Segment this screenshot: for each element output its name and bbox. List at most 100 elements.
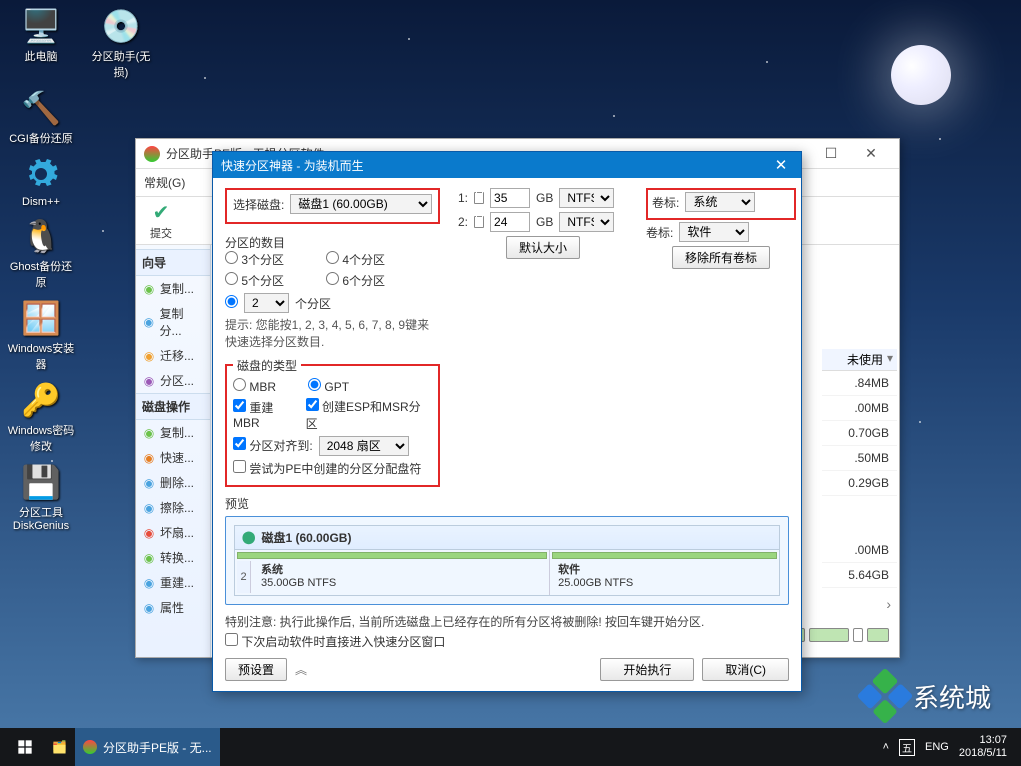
ime-lang[interactable]: ENG <box>925 741 949 753</box>
desktop-icon-diskgenius[interactable]: 💾分区工具DiskGenius <box>6 462 76 532</box>
label-select-2[interactable]: 软件 <box>679 222 749 242</box>
sidebar-item[interactable]: ◉坏扇... <box>136 520 210 545</box>
default-size-button[interactable]: 默认大小 <box>506 236 580 259</box>
sidebar-section-diskops: 磁盘操作 <box>136 393 210 420</box>
sidebar-item[interactable]: ◉属性 <box>136 595 210 620</box>
check-pe-letter[interactable]: 尝试为PE中创建的分区分配盘符 <box>233 460 421 477</box>
segment-system[interactable]: 2 系统35.00GB NTFS <box>235 550 550 595</box>
toolbar-label: 提交 <box>150 225 172 241</box>
system-tray[interactable]: ˄ 五 ENG 13:07 2018/5/11 <box>883 734 1015 760</box>
radio-6[interactable]: 6个分区 <box>326 272 385 289</box>
start-button[interactable] <box>6 728 44 766</box>
sidebar-item[interactable]: ◉擦除... <box>136 495 210 520</box>
sidebar-item[interactable]: ◉复制... <box>136 276 210 301</box>
check-align[interactable]: 分区对齐到: <box>233 437 313 454</box>
radio-3[interactable]: 3个分区 <box>225 251 284 268</box>
app-icon <box>83 740 97 754</box>
lock-icon[interactable] <box>474 216 484 228</box>
sidebar-item[interactable]: ◉快速... <box>136 445 210 470</box>
sidebar-item[interactable]: ◉分区... <box>136 368 210 393</box>
desktop-icon-password[interactable]: 🔑Windows密码修改 <box>6 380 76 454</box>
taskbar-explorer[interactable]: 🗂️ <box>44 728 75 766</box>
column-header-unused[interactable]: 未使用 ▾ <box>822 349 897 371</box>
label-select-1[interactable]: 系统 <box>685 192 755 212</box>
segment-name: 系统 <box>261 561 541 577</box>
disk-type-group: 磁盘的类型 MBR GPT 重建MBR 创建ESP和MSR分区 分区对齐到: <box>225 357 440 487</box>
chevron-right-icon[interactable]: › <box>822 596 897 612</box>
partition-count-title: 分区的数目 <box>225 234 440 251</box>
check-next-time[interactable]: 下次启动软件时直接进入快速分区窗口 <box>225 635 445 649</box>
check-esp-msr[interactable]: 创建ESP和MSR分区 <box>306 398 432 432</box>
unit: GB <box>536 191 553 205</box>
preset-button[interactable]: 预设置 <box>225 658 287 681</box>
desktop-icon-winsetup[interactable]: 🪟Windows安装器 <box>6 298 76 372</box>
clock-date: 2018/5/11 <box>959 747 1007 760</box>
radio-5[interactable]: 5个分区 <box>225 272 284 289</box>
preview-panel: ⬤ 磁盘1 (60.00GB) 2 系统35.00GB NTFS 软件 25.0… <box>225 516 789 605</box>
radio-mbr[interactable]: MBR <box>233 378 276 394</box>
sidebar-item[interactable]: ◉转换... <box>136 545 210 570</box>
preview-segments: 2 系统35.00GB NTFS 软件 25.00GB NTFS <box>234 550 780 596</box>
disk-icon: ⬤ <box>242 530 255 544</box>
custom-count-select[interactable]: 2 <box>244 293 289 313</box>
taskbar-app[interactable]: 分区助手PE版 - 无... <box>75 728 220 766</box>
segment-index: 2 <box>237 561 251 593</box>
warning-text: 特别注意: 执行此操作后, 当前所选磁盘上已经存在的所有分区将被删除! 按回车键… <box>225 613 789 630</box>
start-button[interactable]: 开始执行 <box>600 658 694 681</box>
cancel-button[interactable]: 取消(C) <box>702 658 789 681</box>
align-select[interactable]: 2048 扇区 <box>319 436 409 456</box>
fs-select-1[interactable]: NTFS <box>559 188 614 208</box>
row-num: 2: <box>458 215 468 229</box>
clock[interactable]: 13:07 2018/5/11 <box>959 734 1007 760</box>
icon-label: CGI备份还原 <box>9 130 73 146</box>
size-cell: 0.70GB <box>822 421 897 446</box>
fs-select-2[interactable]: NTFS <box>559 212 614 232</box>
preview-disk-header: ⬤ 磁盘1 (60.00GB) <box>234 525 780 550</box>
sidebar-item[interactable]: ◉重建... <box>136 570 210 595</box>
close-icon[interactable]: ✕ <box>769 156 793 174</box>
tray-up-icon[interactable]: ˄ <box>883 741 889 753</box>
toolbar-submit[interactable]: ✔提交 <box>144 198 178 243</box>
sidebar-item[interactable]: ◉复制分... <box>136 301 210 343</box>
disc-icon: 💿 <box>101 6 141 46</box>
radio-custom[interactable] <box>225 295 238 311</box>
radio-4[interactable]: 4个分区 <box>326 251 385 268</box>
lock-icon[interactable] <box>474 192 484 204</box>
segment-size: 35.00GB NTFS <box>261 577 541 589</box>
modal-titlebar[interactable]: 快速分区神器 - 为装机而生 ✕ <box>213 152 801 178</box>
size-input-2[interactable] <box>490 212 530 232</box>
sidebar-item[interactable]: ◉迁移... <box>136 343 210 368</box>
highlight-disk-select: 选择磁盘: 磁盘1 (60.00GB) <box>225 188 440 224</box>
sidebar-item[interactable]: ◉复制... <box>136 420 210 445</box>
segment-size: 25.00GB NTFS <box>558 577 771 589</box>
close-button[interactable]: ✕ <box>851 140 891 168</box>
check-rebuild-mbr[interactable]: 重建MBR <box>233 399 300 430</box>
maximize-button[interactable]: ☐ <box>811 140 851 168</box>
size-input-1[interactable] <box>490 188 530 208</box>
disk-select[interactable]: 磁盘1 (60.00GB) <box>290 194 432 214</box>
chevron-up-icon[interactable]: ︽ <box>295 661 307 678</box>
taskbar-app-title: 分区助手PE版 - 无... <box>103 739 212 756</box>
desktop-icon-ghost[interactable]: 🐧Ghost备份还原 <box>6 216 76 290</box>
quick-partition-dialog: 快速分区神器 - 为装机而生 ✕ 选择磁盘: 磁盘1 (60.00GB) 分区的… <box>212 151 802 692</box>
check-icon: ✔ <box>153 200 170 225</box>
desktop-icon-partition-assist[interactable]: 💿分区助手(无损) <box>86 6 156 80</box>
windows-icon <box>17 739 33 755</box>
size-cell: .00MB <box>822 538 897 563</box>
sort-icon[interactable]: ▾ <box>887 351 893 368</box>
segment-software[interactable]: 软件 25.00GB NTFS <box>550 550 779 595</box>
ime-indicator[interactable]: 五 <box>899 739 915 756</box>
desktop-icon-cgi[interactable]: 🔨CGI备份还原 <box>6 88 76 146</box>
remove-labels-button[interactable]: 移除所有卷标 <box>672 246 770 269</box>
sidebar-item[interactable]: ◉删除... <box>136 470 210 495</box>
size-cell: 5.64GB <box>822 563 897 588</box>
disk-type-title: 磁盘的类型 <box>233 357 301 374</box>
taskbar[interactable]: 🗂️ 分区助手PE版 - 无... ˄ 五 ENG 13:07 2018/5/1… <box>0 728 1021 766</box>
preview-label: 预览 <box>225 495 789 512</box>
radio-gpt[interactable]: GPT <box>308 378 349 394</box>
partition-count-group: 分区的数目 3个分区 4个分区 5个分区 6个分区 2 个分区 提示: 您能按1… <box>225 230 440 351</box>
desktop-icon-dism[interactable]: Dism++ <box>6 154 76 208</box>
desktop-icon-this-pc[interactable]: 🖥️此电脑 <box>6 6 76 80</box>
menu-general[interactable]: 常规(G) <box>144 174 185 191</box>
watermark-text: 系统城 <box>913 678 991 715</box>
